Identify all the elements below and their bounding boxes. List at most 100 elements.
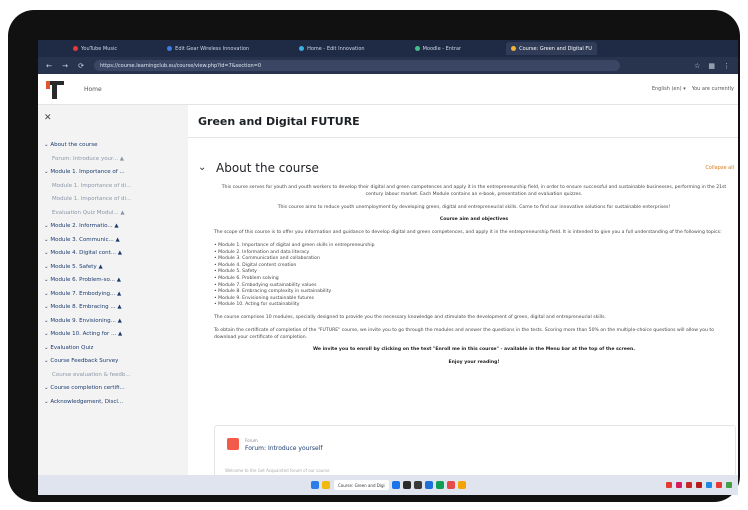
wifi-icon[interactable] xyxy=(706,482,712,488)
back-icon[interactable]: ← xyxy=(44,62,54,70)
divider xyxy=(188,137,738,138)
browser-tab[interactable]: Course: Green and Digital FU xyxy=(506,42,597,55)
site-header: Home English (en) ▾ You are currently xyxy=(38,74,738,105)
nav-label: Evaluation Quiz xyxy=(50,344,94,351)
collapse-all-link[interactable]: Collapse all xyxy=(705,165,734,171)
course-index-section[interactable]: ⌄ Module 5. Safety ▲ xyxy=(44,261,184,275)
login-status: You are currently xyxy=(691,86,734,92)
nav-label: Module 1. Importance of di... xyxy=(52,182,132,189)
browser-tab[interactable]: Edit Gear Wireless Innovation xyxy=(162,42,254,55)
course-index-section[interactable]: ⌄ Evaluation Quiz xyxy=(44,342,184,356)
nav-label: Module 8. Embracing ... ▲ xyxy=(50,304,122,310)
language-selector[interactable]: English (en) ▾ xyxy=(652,86,686,92)
course-index-activity[interactable]: Module 1. Importance of di... xyxy=(44,193,184,207)
forward-icon[interactable]: → xyxy=(60,62,70,70)
course-index-section[interactable]: ⌄ About the course xyxy=(44,139,184,153)
tab-label: Edit Gear Wireless Innovation xyxy=(175,45,250,52)
module-list-item: • Module 5. Safety xyxy=(214,269,734,276)
nav-label: Module 9. Envisioning... ▲ xyxy=(50,317,122,324)
course-index-section[interactable]: ⌄ Acknowledgement, Discl... xyxy=(44,396,184,410)
section-title[interactable]: About the course xyxy=(216,161,319,175)
module-name: Module 2. Information and data literacy xyxy=(218,249,310,255)
start-icon[interactable] xyxy=(311,481,319,489)
course-index-activity[interactable]: Course evaluation & feedb... xyxy=(44,369,184,383)
app-icon[interactable] xyxy=(446,481,455,489)
module-name: Module 4. Digital content creation xyxy=(218,262,297,268)
extensions-icon[interactable]: ▦ xyxy=(708,62,715,70)
course-index-activity[interactable]: Module 1. Importance of di... xyxy=(44,180,184,194)
nav-label: Course Feedback Survey xyxy=(50,358,119,364)
nav-label: Module 2. Informatio... ▲ xyxy=(50,223,119,229)
reload-icon[interactable]: ⟳ xyxy=(76,62,86,70)
chevron-down-icon[interactable]: ⌄ xyxy=(198,162,206,173)
course-index-section[interactable]: ⌄ Module 6. Problem-so... ▲ xyxy=(44,274,184,288)
volume-icon[interactable] xyxy=(716,482,722,488)
module-list-item: • Module 6. Problem solving xyxy=(214,276,734,283)
home-link[interactable]: Home xyxy=(84,86,102,93)
scope-paragraph: The scope of this course is to offer you… xyxy=(214,230,722,236)
app-icon[interactable] xyxy=(402,481,411,489)
browser-tab[interactable]: Home - Edit Innovation xyxy=(294,42,370,55)
taskbar-browser-app[interactable]: Course: Green and Digi xyxy=(334,480,389,490)
nav-label: Module 3. Communic... ▲ xyxy=(50,236,120,243)
course-index-section[interactable]: ⌄ Course Feedback Survey xyxy=(44,355,184,369)
course-index-section[interactable]: ⌄ Module 4. Digital cont... ▲ xyxy=(44,247,184,261)
tab-favicon-icon xyxy=(511,46,517,51)
browser-tab-bar: YouTube Music Edit Gear Wireless Innovati… xyxy=(38,40,738,57)
tray-icon[interactable] xyxy=(676,482,682,488)
course-index-section[interactable]: ⌄ Module 8. Embracing ... ▲ xyxy=(44,301,184,315)
tray-icon[interactable] xyxy=(666,482,672,488)
tab-favicon-icon xyxy=(167,46,173,51)
tab-favicon-icon xyxy=(73,46,78,51)
tray-icon[interactable] xyxy=(696,482,702,488)
module-name: Module 7. Embodying sustainability value… xyxy=(218,282,317,288)
nav-label: Evaluation Quiz Modul... ▲ xyxy=(52,209,125,216)
nav-label: Module 7. Embodying... ▲ xyxy=(50,290,122,297)
tray-icon[interactable] xyxy=(686,482,692,488)
app-icon[interactable] xyxy=(457,481,466,489)
course-index-activity[interactable]: Forum: Introduce your... ▲ xyxy=(44,153,184,167)
menu-icon[interactable]: ⋮ xyxy=(723,62,730,70)
course-index-section[interactable]: ⌄ Module 9. Envisioning... ▲ xyxy=(44,315,184,329)
browser-tab[interactable]: YouTube Music xyxy=(68,42,122,55)
module-list-item: • Module 4. Digital content creation xyxy=(214,263,734,270)
course-index-section[interactable]: ⌄ Module 2. Informatio... ▲ xyxy=(44,220,184,234)
battery-icon[interactable] xyxy=(726,482,732,488)
browser-tab[interactable]: Moodle - Entrar xyxy=(410,42,467,55)
forum-description: Welcome to the Get Acquainted forum of o… xyxy=(225,468,330,473)
app-icon[interactable] xyxy=(424,481,433,489)
tab-label: Home - Edit Innovation xyxy=(307,45,365,52)
module-list-item: • Module 3. Communication and collaborat… xyxy=(214,256,734,263)
course-index-section[interactable]: ⌄ Module 3. Communic... ▲ xyxy=(44,234,184,248)
nav-label: Module 4. Digital cont... ▲ xyxy=(50,250,122,256)
nav-label: Module 1. Importance of ... xyxy=(50,169,125,175)
module-name: Module 5. Safety xyxy=(218,269,257,275)
enroll-paragraph: We invite you to enroll by clicking on t… xyxy=(312,347,635,353)
module-name: Module 9. Envisioning sustainable future… xyxy=(218,295,314,301)
chrome-icon[interactable] xyxy=(391,481,400,489)
app-icon[interactable] xyxy=(413,481,422,489)
intro-paragraph: This course serves for youth and youth w… xyxy=(221,185,727,197)
url-field[interactable]: https://course.learningclub.eu/course/vi… xyxy=(94,60,620,71)
nav-label: About the course xyxy=(50,142,98,148)
module-list: • Module 1. Importance of digital and gr… xyxy=(214,243,734,309)
tab-favicon-icon xyxy=(299,46,305,51)
nav-label: Forum: Introduce your... ▲ xyxy=(52,155,125,162)
forum-link[interactable]: Forum: Introduce yourself xyxy=(245,445,322,452)
star-icon[interactable]: ☆ xyxy=(694,62,700,70)
app-icon[interactable] xyxy=(435,481,444,489)
site-logo[interactable] xyxy=(44,78,66,100)
course-index-activity[interactable]: Evaluation Quiz Modul... ▲ xyxy=(44,207,184,221)
close-drawer-icon[interactable]: ✕ xyxy=(44,113,52,123)
module-list-item: • Module 10. Acting for sustainability xyxy=(214,302,734,309)
course-index-section[interactable]: ⌄ Module 1. Importance of ... xyxy=(44,166,184,180)
enjoy-paragraph: Enjoy your reading! xyxy=(448,360,500,366)
comprises-paragraph: The course comprises 10 modules, special… xyxy=(214,314,606,320)
course-index-section[interactable]: ⌄ Module 7. Embodying... ▲ xyxy=(44,288,184,302)
module-name: Module 1. Importance of digital and gree… xyxy=(218,242,375,248)
file-explorer-icon[interactable] xyxy=(322,481,330,489)
nav-label: Module 10. Acting for ... ▲ xyxy=(50,331,123,337)
module-name: Module 3. Communication and collaboratio… xyxy=(218,256,320,262)
course-index-section[interactable]: ⌄ Module 10. Acting for ... ▲ xyxy=(44,328,184,342)
course-index-section[interactable]: ⌄ Course completion certifi... xyxy=(44,382,184,396)
